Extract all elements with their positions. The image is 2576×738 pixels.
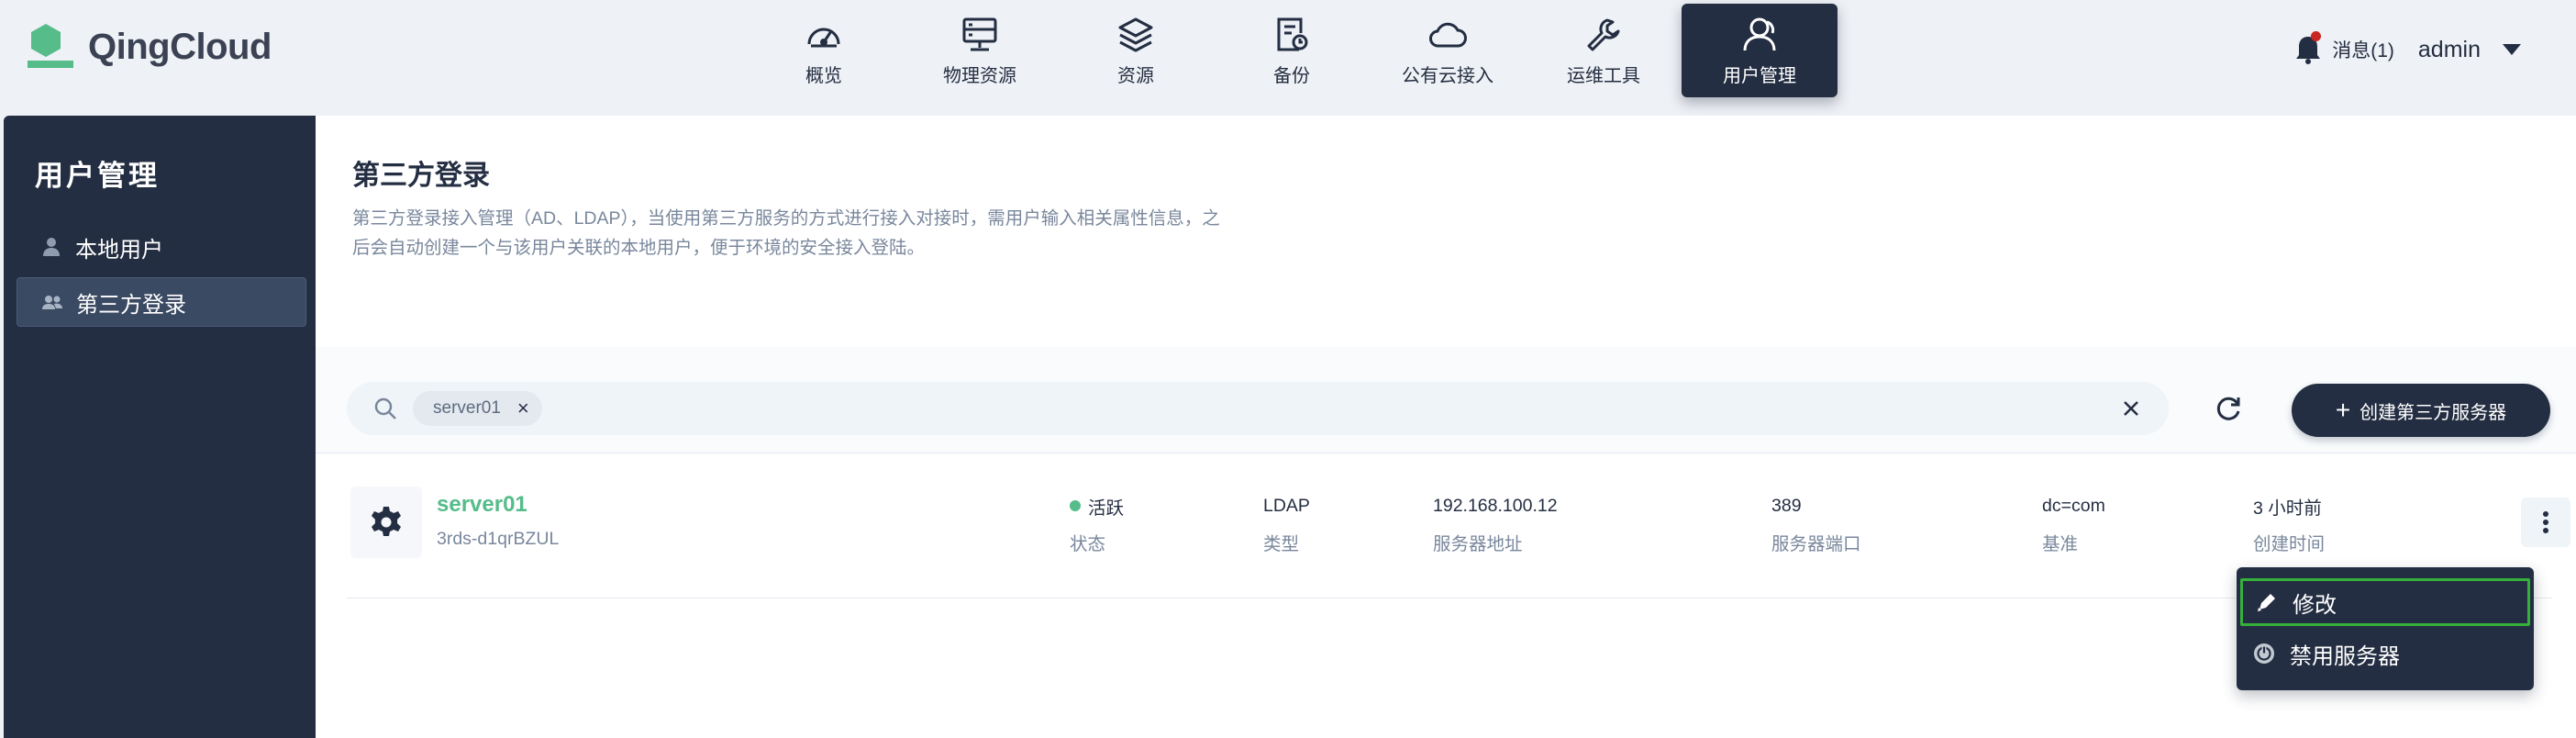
nav-item-physical-resources[interactable]: 物理资源 xyxy=(902,4,1058,97)
user-menu[interactable]: admin xyxy=(2418,37,2481,63)
gear-icon xyxy=(350,486,422,558)
base-column: dc=com 基准 xyxy=(2042,494,2105,555)
nav-label: 资源 xyxy=(1117,65,1154,86)
nav-label: 用户管理 xyxy=(1723,65,1796,86)
sidebar-title: 用户管理 xyxy=(35,160,160,192)
toolbar: server01 × + 创建第三方服务器 xyxy=(316,347,2576,453)
users-icon xyxy=(1743,17,1776,50)
sidebar-item-label: 本地用户 xyxy=(75,237,163,263)
power-icon xyxy=(2254,643,2274,664)
nav-item-ops-tools[interactable]: 运维工具 xyxy=(1526,4,1682,97)
actions-dropdown-menu: 修改 禁用服务器 xyxy=(2237,567,2534,690)
address-label: 服务器地址 xyxy=(1433,534,1523,554)
team-icon xyxy=(42,296,62,309)
nav-item-overview[interactable]: 概览 xyxy=(746,4,902,97)
nav-label: 物理资源 xyxy=(943,65,1016,86)
nav-item-user-management[interactable]: 用户管理 xyxy=(1682,4,1838,97)
user-icon xyxy=(43,238,60,256)
qingcloud-logo-icon xyxy=(28,24,75,70)
more-vertical-icon xyxy=(2543,511,2548,533)
status-column: 活跃 状态 xyxy=(1070,494,1124,555)
messages-link[interactable]: 消息(1) xyxy=(2332,36,2394,63)
nav-label: 备份 xyxy=(1273,65,1310,86)
address-column: 192.168.100.12 服务器地址 xyxy=(1433,494,1558,555)
plus-icon: + xyxy=(2335,396,2351,424)
search-input[interactable]: server01 × xyxy=(347,382,2169,435)
base-value: dc=com xyxy=(2042,495,2105,516)
page-title: 第三方登录 xyxy=(352,161,490,191)
created-label: 创建时间 xyxy=(2253,534,2326,554)
address-value: 192.168.100.12 xyxy=(1433,495,1558,516)
edit-icon xyxy=(2258,594,2275,611)
nav-item-resources[interactable]: 资源 xyxy=(1058,4,1214,97)
backup-icon xyxy=(1277,17,1308,50)
page-description: 第三方登录接入管理（AD、LDAP），当使用第三方服务的方式进行接入对接时，需用… xyxy=(352,208,1220,258)
port-label: 服务器端口 xyxy=(1771,534,1861,554)
filter-tag-label: server01 xyxy=(433,398,501,418)
menu-item-edit[interactable]: 修改 xyxy=(2240,578,2530,626)
type-column: LDAP 类型 xyxy=(1263,494,1310,555)
type-label: 类型 xyxy=(1263,534,1300,554)
sidebar-item-third-party-login[interactable]: 第三方登录 xyxy=(17,277,306,327)
top-navigation-bar: QingCloud 概览 物理资源 资源 备份 公有云接入 运维工具 用户管理 … xyxy=(0,0,2576,116)
sidebar: 用户管理 本地用户 第三方登录 xyxy=(4,116,316,738)
menu-item-label: 修改 xyxy=(2293,592,2337,618)
chevron-down-icon[interactable] xyxy=(2503,44,2521,55)
more-actions-button[interactable] xyxy=(2521,498,2570,547)
wrench-icon xyxy=(1587,18,1620,50)
close-icon[interactable] xyxy=(2117,395,2145,422)
status-dot xyxy=(1070,500,1081,511)
create-server-label: 创建第三方服务器 xyxy=(2359,402,2507,423)
created-value: 3 小时前 xyxy=(2253,498,2322,519)
main-nav: 概览 物理资源 资源 备份 公有云接入 运维工具 用户管理 xyxy=(746,4,1838,97)
dashboard-icon xyxy=(807,28,840,47)
sidebar-item-local-users[interactable]: 本地用户 xyxy=(17,222,306,272)
nav-item-backup[interactable]: 备份 xyxy=(1214,4,1370,97)
nav-label: 概览 xyxy=(805,65,842,86)
status-value: 活跃 xyxy=(1088,498,1125,519)
server-icon xyxy=(962,17,997,50)
port-column: 389 服务器端口 xyxy=(1771,494,1861,555)
base-label: 基准 xyxy=(2042,534,2079,554)
remove-tag-icon[interactable]: × xyxy=(517,397,529,420)
cloud-icon xyxy=(1429,22,1467,47)
filter-tag: server01 × xyxy=(413,391,542,426)
nav-item-public-cloud[interactable]: 公有云接入 xyxy=(1370,4,1526,97)
refresh-icon[interactable] xyxy=(2213,393,2244,424)
sidebar-item-label: 第三方登录 xyxy=(76,292,186,318)
create-server-button[interactable]: + 创建第三方服务器 xyxy=(2292,384,2550,437)
logo[interactable]: QingCloud xyxy=(28,24,272,70)
page-header: 第三方登录 第三方登录接入管理（AD、LDAP），当使用第三方服务的方式进行接入… xyxy=(316,116,2576,347)
notification-bell-icon[interactable] xyxy=(2293,31,2323,66)
nav-label: 公有云接入 xyxy=(1402,65,1493,86)
nav-label: 运维工具 xyxy=(1567,65,1640,86)
menu-item-disable-server[interactable]: 禁用服务器 xyxy=(2240,630,2530,677)
port-value: 389 xyxy=(1771,495,1802,516)
status-label: 状态 xyxy=(1070,534,1106,554)
logo-text: QingCloud xyxy=(88,26,272,67)
server-name-link[interactable]: server01 xyxy=(437,492,527,518)
search-icon xyxy=(374,397,396,419)
server-id: 3rds-d1qrBZUL xyxy=(437,529,560,549)
created-column: 3 小时前 创建时间 xyxy=(2253,494,2325,555)
table-row: server01 3rds-d1qrBZUL 活跃 状态 LDAP 类型 192… xyxy=(347,477,2570,598)
menu-item-label: 禁用服务器 xyxy=(2290,643,2400,669)
top-right-user-area: 消息(1) admin xyxy=(2293,31,2521,68)
type-value: LDAP xyxy=(1263,495,1310,516)
layers-icon xyxy=(1118,17,1153,51)
